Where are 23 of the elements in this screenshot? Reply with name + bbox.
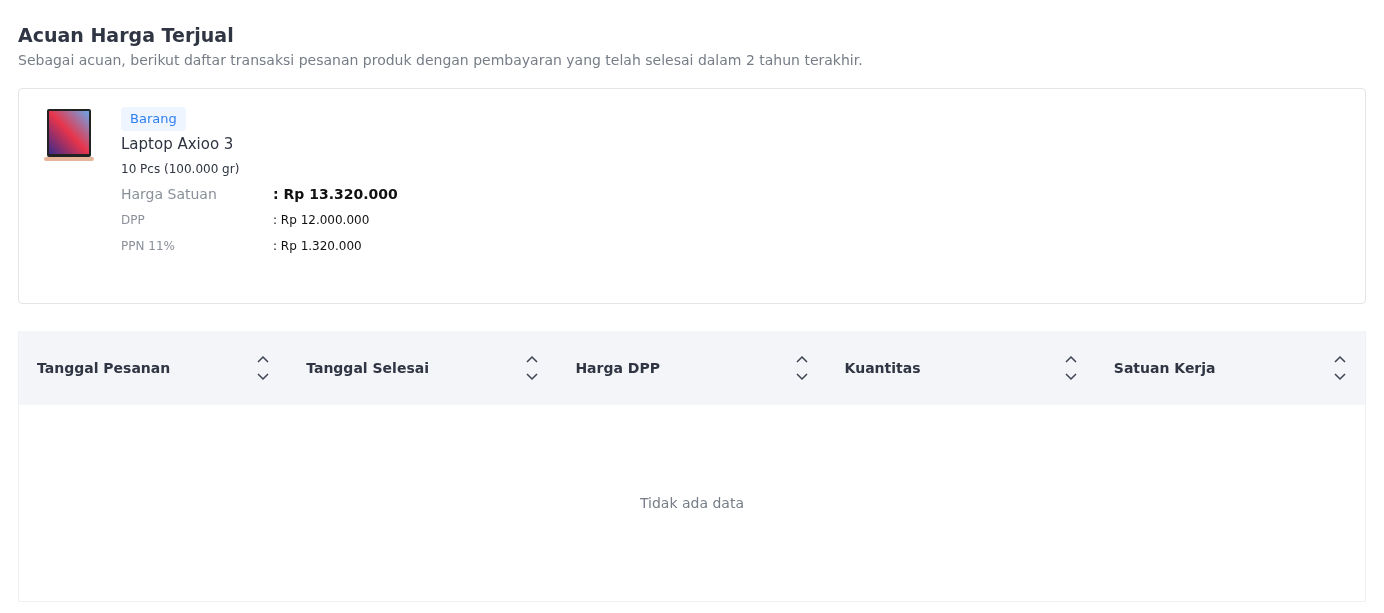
column-header[interactable]: Kuantitas [844,360,921,376]
price-label: DPP [121,212,146,229]
column-header[interactable]: Tanggal Pesanan [37,360,171,376]
product-quantity: 10 Pcs (100.000 gr) [121,161,240,178]
price-value: : Rp 12.000.000 [273,212,371,229]
empty-message: Tidak ada data [639,495,745,511]
price-label: PPN 11% [121,238,176,255]
page-title: Acuan Harga Terjual [18,23,235,48]
sort-icon[interactable] [1333,355,1347,381]
laptop-photo [43,107,95,163]
column-header[interactable]: Harga DPP [575,360,660,376]
sort-icon[interactable] [525,355,540,381]
page-subtitle: Sebagai acuan, berikut daftar transaksi pesanan produk dengan pembayaran yang telah selesai dalam 2 tahun terakhir. [18,51,864,70]
price-label: Harga Satuan [121,185,218,204]
price-value: : Rp 1.320.000 [273,238,363,255]
sort-icon[interactable] [256,355,271,381]
column-header[interactable]: Tanggal Selesai [306,360,429,376]
category-tag: Barang [121,107,186,131]
price-value: : Rp 13.320.000 [273,185,398,204]
sort-icon[interactable] [794,355,809,381]
product-name: Laptop Axioo 3 [121,134,234,154]
sort-icon[interactable] [1063,355,1078,381]
column-header[interactable]: Satuan Kerja [1113,360,1216,376]
